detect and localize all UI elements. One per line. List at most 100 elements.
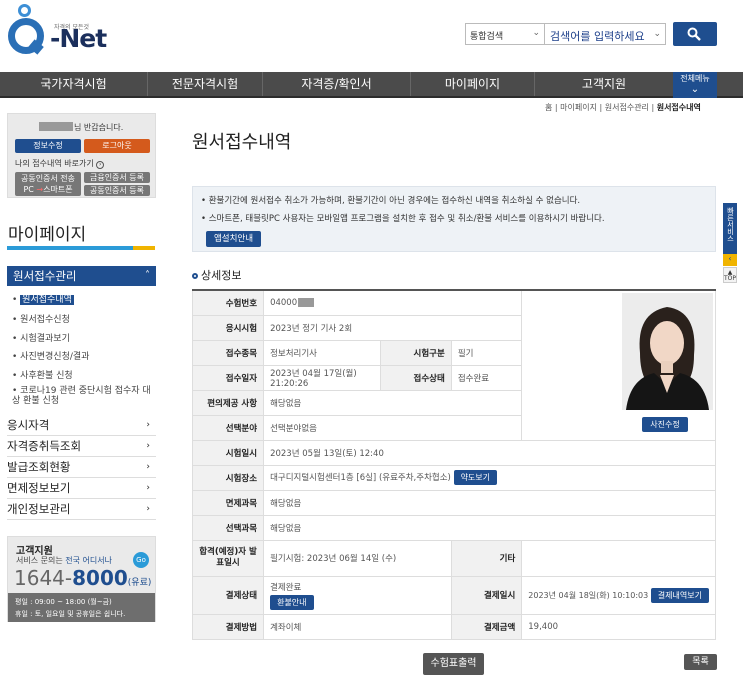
- submenu-label: 시험결과보기: [20, 334, 70, 344]
- value-place: 대구디지털시험센터1층 [6실] (유료주차,주차협소) 약도보기: [263, 464, 716, 491]
- support-desc-prefix: 서비스 문의는: [16, 556, 63, 565]
- label-field: 선택분야: [191, 414, 265, 441]
- arrow-circle-icon: ›: [96, 161, 105, 169]
- sidebar-item-application-manage[interactable]: 원서접수관리 ˄: [7, 266, 156, 286]
- cert-phone-label: 스마트폰: [43, 185, 73, 194]
- breadcrumb-home[interactable]: 홈: [545, 103, 552, 112]
- support-desc: 서비스 문의는 전국 어디서나: [16, 555, 112, 566]
- support-phone: 1644-8000(유료): [14, 566, 151, 590]
- menu-label: 발급조회현황: [7, 460, 71, 474]
- greeting-text: 님 반갑습니다.: [74, 123, 124, 132]
- menu-label: 응시자격: [7, 418, 50, 432]
- label-apply-date: 접수일자: [191, 364, 265, 391]
- label-exam: 응시시험: [191, 314, 265, 341]
- sidebar-item-issue-status[interactable]: 발급조회현황 ›: [7, 457, 156, 478]
- detail-heading-text: 상세정보: [201, 269, 242, 282]
- pay-detail-button[interactable]: 결제내역보기: [650, 587, 709, 603]
- submenu-label: 원서접수신청: [20, 315, 70, 325]
- list-button[interactable]: 목록: [684, 654, 717, 670]
- chevron-down-icon: ⌄: [653, 29, 661, 39]
- notice-box: • 환불기간에 원서접수 취소가 가능하며, 환불기간이 아닌 경우에는 접수하…: [192, 186, 716, 252]
- breadcrumb-manage[interactable]: 원서접수관리: [605, 103, 649, 112]
- sidebar-title: 마이페이지: [8, 225, 87, 245]
- value-pay-method: 계좌이체: [263, 613, 452, 640]
- label-exam-date: 시험일시: [191, 439, 265, 466]
- chevron-up-icon: ˄: [145, 270, 150, 281]
- gnb-mypage[interactable]: 마이페이지: [411, 72, 535, 96]
- chevron-left-icon[interactable]: ‹: [723, 254, 737, 266]
- pay-status-text: 결제완료: [270, 582, 302, 593]
- submenu-application-history[interactable]: • 원서접수내역: [12, 292, 74, 305]
- submenu-covid-refund[interactable]: • 코로나19 관련 중단시험 접수자 대상 환불 신청: [12, 386, 152, 406]
- chevron-down-icon: ›: [146, 462, 150, 472]
- label-exempt: 면제과목: [191, 489, 265, 516]
- value-exam-date: 2023년 05월 13일(토) 12:40: [263, 439, 716, 466]
- joint-cert-button[interactable]: 공동인증서 등록: [84, 185, 150, 196]
- user-box: 님 반갑습니다. 정보수정 로그아웃 나의 접수내역 바로가기 › 공동인증서 …: [7, 113, 156, 198]
- search-scope-select[interactable]: 통합검색 ⌄: [465, 23, 545, 45]
- print-ticket-button[interactable]: 수험표출력: [423, 653, 484, 675]
- menu-label: 면제정보보기: [7, 481, 71, 495]
- gnb-professional-exam[interactable]: 전문자격시험: [148, 72, 263, 96]
- label-pay-method: 결제방법: [191, 613, 265, 640]
- edit-info-button[interactable]: 정보수정: [15, 139, 81, 153]
- search-scope-value: 통합검색: [470, 32, 504, 42]
- support-box: 고객지원 서비스 문의는 전국 어디서나 Go 1644-8000(유료) 평일…: [7, 536, 156, 622]
- place-text: 대구디지털시험센터1층 [6실] (유료주차,주차협소): [270, 473, 451, 483]
- shortcut-link[interactable]: 나의 접수내역 바로가기 ›: [15, 158, 105, 169]
- gnb-certificate[interactable]: 자격증/확인서: [263, 72, 411, 96]
- qnet-logo[interactable]: 자격의 모든것 -Net: [6, 2, 116, 62]
- exam-no-text: 04000: [270, 297, 298, 308]
- cert-send-label: 공동인증서 전송: [20, 174, 76, 183]
- photo-edit-button[interactable]: 사진수정: [642, 417, 688, 432]
- support-desc-em: 전국 어디서나: [65, 556, 112, 565]
- cert-send-button[interactable]: 공동인증서 전송 PC →스마트폰: [15, 172, 81, 196]
- pay-date-text: 2023년 04월 18일(화) 10:10:03: [528, 590, 649, 600]
- value-category: 정보처리기사: [263, 339, 382, 366]
- map-button[interactable]: 약도보기: [453, 470, 498, 485]
- fin-cert-button[interactable]: 금융인증서 등록: [84, 172, 150, 183]
- page-title: 원서접수내역: [192, 132, 292, 153]
- gnb-support[interactable]: 고객지원: [535, 72, 673, 96]
- value-exempt: 해당없음: [263, 489, 716, 516]
- masked-username: [39, 122, 73, 131]
- notice-line-2: • 스마트폰, 태블릿PC 사용자는 모바일앱 프로그램을 설치한 후 접수 및…: [201, 214, 605, 224]
- value-announce: 필기시험: 2023년 06월 14일 (수): [263, 539, 452, 577]
- global-nav: 국가자격시험 전문자격시험 자격증/확인서 마이페이지 고객지원: [0, 72, 743, 98]
- app-install-guide-button[interactable]: 앱설치안내: [206, 231, 261, 247]
- logout-button[interactable]: 로그아웃: [84, 139, 150, 153]
- value-field: 선택분야없음: [263, 414, 523, 441]
- bullet-circle-icon: [192, 273, 198, 279]
- label-category: 접수종목: [191, 339, 265, 366]
- value-etc: [521, 539, 716, 577]
- phone-part-a: 1644: [14, 566, 65, 590]
- label-pay-status: 결제상태: [191, 575, 265, 615]
- submenu-refund[interactable]: • 사후환불 신청: [12, 368, 73, 381]
- scroll-top-button[interactable]: ▲ TOP: [723, 267, 737, 283]
- breadcrumb-mypage[interactable]: 마이페이지: [560, 103, 597, 112]
- shortcut-label: 나의 접수내역 바로가기: [15, 159, 94, 168]
- sidebar-item-eligibility[interactable]: 응시자격 ›: [7, 415, 156, 436]
- sidebar-item-personal-info[interactable]: 개인정보관리 ›: [7, 499, 156, 520]
- refund-guide-button[interactable]: 환불안내: [270, 594, 314, 610]
- chevron-down-icon: ›: [146, 420, 150, 430]
- label-pay-date: 결제일시: [450, 575, 523, 615]
- gnb-national-exam[interactable]: 국가자격시험: [0, 72, 148, 96]
- submenu-photo-change[interactable]: • 사진변경신청/결과: [12, 349, 89, 362]
- value-pay-date: 2023년 04월 18일(화) 10:10:03 결제내역보기: [521, 575, 716, 615]
- chevron-down-icon: ›: [146, 441, 150, 451]
- chevron-down-icon: ›: [146, 483, 150, 493]
- search-icon: [687, 27, 701, 41]
- submenu-result[interactable]: • 시험결과보기: [12, 331, 70, 344]
- value-elective: 해당없음: [263, 514, 716, 541]
- support-hours-holiday: 휴일 : 토, 일요일 및 공휴일은 쉽니다.: [15, 610, 126, 618]
- search-button[interactable]: [673, 22, 717, 46]
- sidebar-item-exempt-info[interactable]: 면제정보보기 ›: [7, 478, 156, 499]
- all-menu-button[interactable]: 전체메뉴 ⌄: [673, 72, 717, 98]
- search-input[interactable]: 검색어를 입력하세요 ⌄: [545, 23, 666, 45]
- submenu-application-apply[interactable]: • 원서접수신청: [12, 312, 70, 325]
- value-exam-no: 04000: [263, 289, 523, 316]
- sidebar-item-cert-lookup[interactable]: 자격증취득조회 ›: [7, 436, 156, 457]
- label-convenience: 편의제공 사항: [191, 389, 265, 416]
- masked-exam-no: [298, 297, 315, 307]
